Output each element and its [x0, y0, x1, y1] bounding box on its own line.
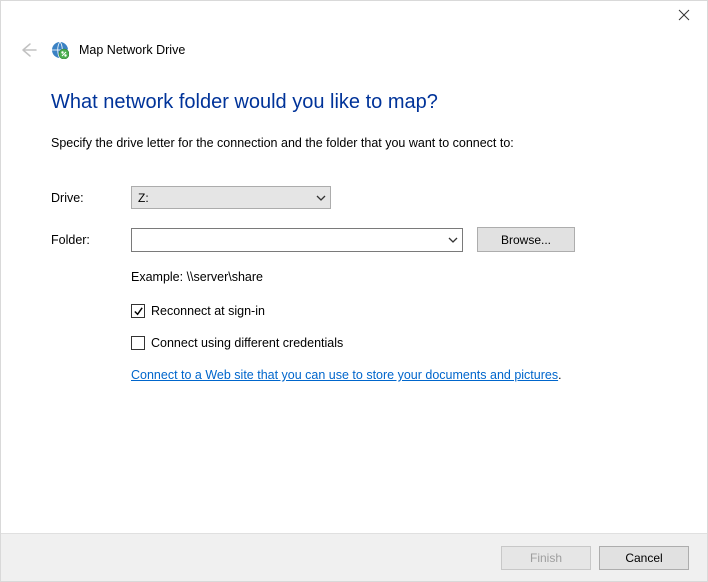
browse-button[interactable]: Browse... [477, 227, 575, 252]
window-title: Map Network Drive [79, 43, 185, 57]
drive-row: Drive: Z: [51, 186, 667, 209]
folder-row: Folder: Browse... [51, 227, 667, 252]
footer: Finish Cancel [1, 533, 707, 581]
link-row: Connect to a Web site that you can use t… [131, 368, 667, 382]
diff-credentials-label: Connect using different credentials [151, 336, 343, 350]
folder-label: Folder: [51, 233, 131, 247]
back-arrow-icon [18, 40, 38, 60]
checkmark-icon [133, 306, 144, 317]
content-area: What network folder would you like to ma… [51, 91, 667, 382]
example-text: Example: \\server\share [131, 270, 667, 284]
dialog-window: Map Network Drive What network folder wo… [0, 0, 708, 582]
diff-credentials-checkbox[interactable] [131, 336, 145, 350]
folder-combobox[interactable] [131, 228, 463, 252]
title-bar [1, 1, 707, 31]
close-button[interactable] [661, 1, 707, 29]
network-drive-icon [51, 41, 69, 59]
cancel-button[interactable]: Cancel [599, 546, 689, 570]
back-button [15, 37, 41, 63]
page-heading: What network folder would you like to ma… [51, 91, 667, 114]
reconnect-checkbox[interactable] [131, 304, 145, 318]
reconnect-row: Reconnect at sign-in [131, 304, 667, 318]
chevron-down-icon [448, 235, 458, 245]
drive-label: Drive: [51, 191, 131, 205]
drive-value: Z: [138, 191, 149, 205]
reconnect-label: Reconnect at sign-in [151, 304, 265, 318]
header-bar: Map Network Drive [1, 31, 707, 67]
finish-button: Finish [501, 546, 591, 570]
chevron-down-icon [316, 193, 326, 203]
close-icon [678, 9, 690, 21]
page-subtext: Specify the drive letter for the connect… [51, 136, 667, 150]
website-link[interactable]: Connect to a Web site that you can use t… [131, 368, 558, 382]
diff-credentials-row: Connect using different credentials [131, 336, 667, 350]
period: . [558, 368, 561, 382]
drive-dropdown[interactable]: Z: [131, 186, 331, 209]
